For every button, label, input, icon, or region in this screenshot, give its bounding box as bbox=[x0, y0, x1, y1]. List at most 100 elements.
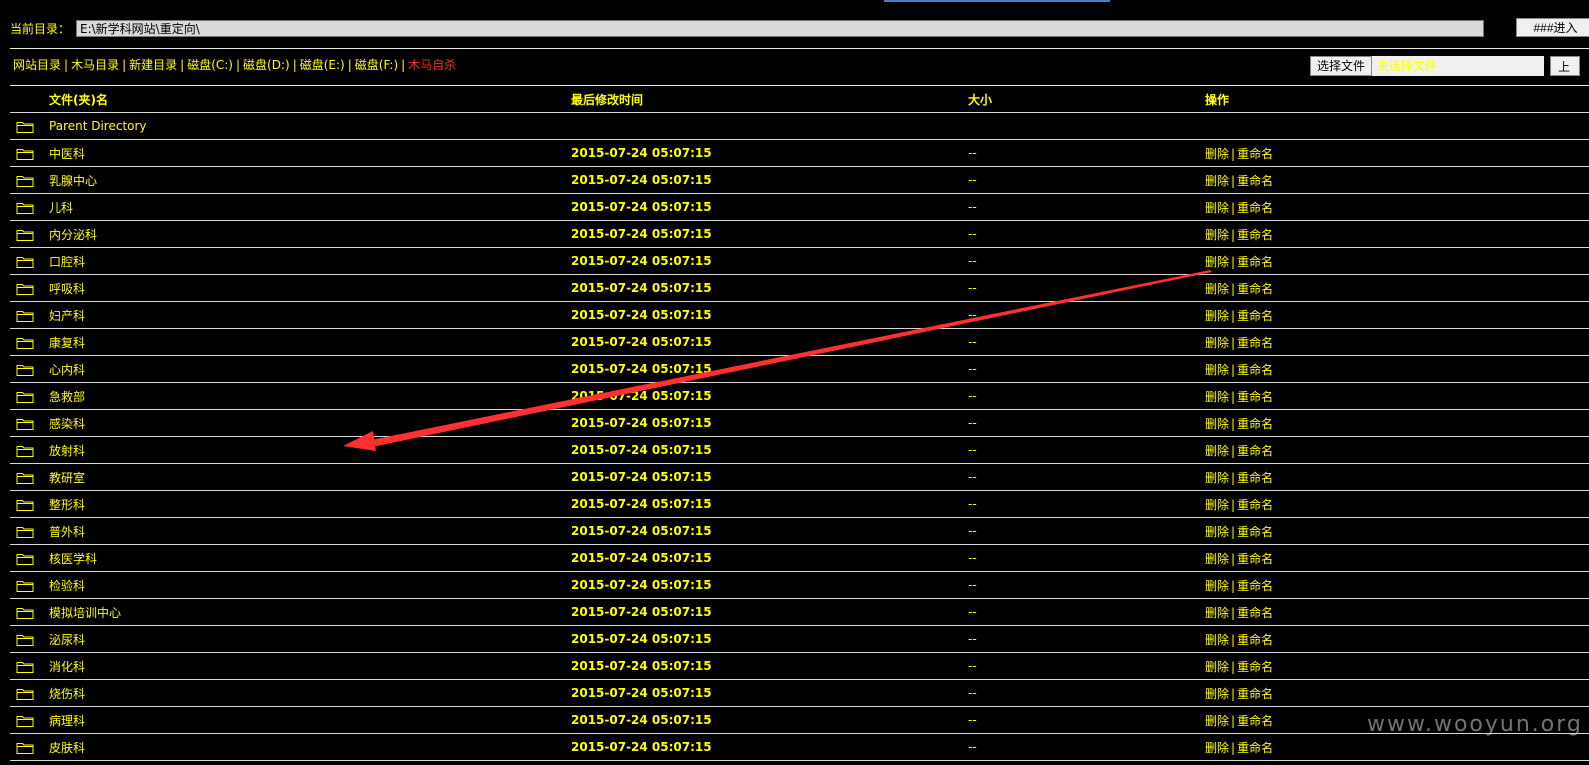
delete-link[interactable]: 删除 bbox=[1205, 147, 1229, 161]
nav-link-self-destruct[interactable]: 木马自杀 bbox=[408, 58, 456, 72]
rename-link[interactable]: 重命名 bbox=[1237, 687, 1273, 701]
ops-cell: 删除 | 重命名 bbox=[1205, 679, 1589, 707]
folder-name-link[interactable]: 中医科 bbox=[49, 139, 571, 167]
modified-time: 2015-07-24 05:07:15 bbox=[571, 166, 968, 194]
folder-name-link[interactable]: 烧伤科 bbox=[49, 679, 571, 707]
delete-link[interactable]: 删除 bbox=[1205, 228, 1229, 242]
parent-directory-link[interactable]: Parent Directory bbox=[49, 112, 571, 140]
rename-link[interactable]: 重命名 bbox=[1237, 498, 1273, 512]
folder-name-link[interactable]: 皮肤科 bbox=[49, 733, 571, 761]
rename-link[interactable]: 重命名 bbox=[1237, 228, 1273, 242]
delete-link[interactable]: 删除 bbox=[1205, 552, 1229, 566]
delete-link[interactable]: 删除 bbox=[1205, 606, 1229, 620]
rename-link[interactable]: 重命名 bbox=[1237, 633, 1273, 647]
delete-link[interactable]: 删除 bbox=[1205, 741, 1229, 755]
upload-button[interactable]: 上 bbox=[1550, 56, 1581, 76]
nav-link-trojan-dir[interactable]: 木马目录 bbox=[71, 58, 119, 72]
current-dir-input[interactable] bbox=[76, 20, 1485, 37]
nav-link-disk-d[interactable]: 磁盘(D:) bbox=[243, 58, 290, 72]
rename-link[interactable]: 重命名 bbox=[1237, 714, 1273, 728]
folder-name-link[interactable]: 乳腺中心 bbox=[49, 166, 571, 194]
rename-link[interactable]: 重命名 bbox=[1237, 579, 1273, 593]
rename-link[interactable]: 重命名 bbox=[1237, 525, 1273, 539]
ops-cell: 删除 | 重命名 bbox=[1205, 733, 1589, 761]
folder-name-link[interactable]: 消化科 bbox=[49, 652, 571, 680]
folder-name-link[interactable]: 内分泌科 bbox=[49, 220, 571, 248]
modified-time: 2015-07-24 05:07:15 bbox=[571, 625, 968, 653]
nav-link-disk-f[interactable]: 磁盘(F:) bbox=[355, 58, 398, 72]
folder-name-link[interactable]: 妇产科 bbox=[49, 301, 571, 329]
modified-time: 2015-07-24 05:07:15 bbox=[571, 220, 968, 248]
folder-name-link[interactable]: 普外科 bbox=[49, 517, 571, 545]
delete-link[interactable]: 删除 bbox=[1205, 714, 1229, 728]
rename-link[interactable]: 重命名 bbox=[1237, 444, 1273, 458]
delete-link[interactable]: 删除 bbox=[1205, 444, 1229, 458]
nav-link-disk-e[interactable]: 磁盘(E:) bbox=[300, 58, 345, 72]
choose-file-button[interactable]: 选择文件 bbox=[1310, 56, 1373, 76]
folder-name-link[interactable]: 病理科 bbox=[49, 706, 571, 734]
rename-link[interactable]: 重命名 bbox=[1237, 552, 1273, 566]
rename-link[interactable]: 重命名 bbox=[1237, 471, 1273, 485]
delete-link[interactable]: 删除 bbox=[1205, 336, 1229, 350]
delete-link[interactable]: 删除 bbox=[1205, 363, 1229, 377]
enter-dir-button[interactable]: ###进入 bbox=[1516, 18, 1589, 37]
table-row: 急救部 2015-07-24 05:07:15 -- 删除 | 重命名 bbox=[10, 382, 1589, 410]
delete-link[interactable]: 删除 bbox=[1205, 282, 1229, 296]
folder-icon bbox=[16, 580, 34, 592]
delete-link[interactable]: 删除 bbox=[1205, 687, 1229, 701]
folder-name-link[interactable]: 感染科 bbox=[49, 409, 571, 437]
folder-name-link[interactable]: 核医学科 bbox=[49, 544, 571, 572]
table-row: 康复科 2015-07-24 05:07:15 -- 删除 | 重命名 bbox=[10, 328, 1589, 356]
rename-link[interactable]: 重命名 bbox=[1237, 417, 1273, 431]
header-time: 最后修改时间 bbox=[571, 85, 968, 113]
delete-link[interactable]: 删除 bbox=[1205, 417, 1229, 431]
rename-link[interactable]: 重命名 bbox=[1237, 741, 1273, 755]
table-row: 儿科 2015-07-24 05:07:15 -- 删除 | 重命名 bbox=[10, 193, 1589, 221]
rename-link[interactable]: 重命名 bbox=[1237, 606, 1273, 620]
rename-link[interactable]: 重命名 bbox=[1237, 201, 1273, 215]
rename-link[interactable]: 重命名 bbox=[1237, 147, 1273, 161]
table-row: 皮肤科 2015-07-24 05:07:15 -- 删除 | 重命名 bbox=[10, 733, 1589, 761]
folder-name-link[interactable]: 教研室 bbox=[49, 463, 571, 491]
rename-link[interactable]: 重命名 bbox=[1237, 660, 1273, 674]
table-row: 整形科 2015-07-24 05:07:15 -- 删除 | 重命名 bbox=[10, 490, 1589, 518]
folder-name-link[interactable]: 泌尿科 bbox=[49, 625, 571, 653]
folder-name-link[interactable]: 康复科 bbox=[49, 328, 571, 356]
folder-name-link[interactable]: 儿科 bbox=[49, 193, 571, 221]
folder-name-link[interactable]: 口腔科 bbox=[49, 247, 571, 275]
rename-link[interactable]: 重命名 bbox=[1237, 282, 1273, 296]
delete-link[interactable]: 删除 bbox=[1205, 660, 1229, 674]
delete-link[interactable]: 删除 bbox=[1205, 174, 1229, 188]
parent-directory-row[interactable]: Parent Directory bbox=[10, 112, 1589, 140]
delete-link[interactable]: 删除 bbox=[1205, 579, 1229, 593]
ops-cell: 删除 | 重命名 bbox=[1205, 463, 1589, 491]
rename-link[interactable]: 重命名 bbox=[1237, 336, 1273, 350]
table-row: 中医科 2015-07-24 05:07:15 -- 删除 | 重命名 bbox=[10, 139, 1589, 167]
table-row: 消化科 2015-07-24 05:07:15 -- 删除 | 重命名 bbox=[10, 652, 1589, 680]
nav-link-new-dir[interactable]: 新建目录 bbox=[129, 58, 177, 72]
folder-name-link[interactable]: 模拟培训中心 bbox=[49, 598, 571, 626]
folder-name-link[interactable]: 整形科 bbox=[49, 490, 571, 518]
rename-link[interactable]: 重命名 bbox=[1237, 174, 1273, 188]
delete-link[interactable]: 删除 bbox=[1205, 525, 1229, 539]
delete-link[interactable]: 删除 bbox=[1205, 471, 1229, 485]
delete-link[interactable]: 删除 bbox=[1205, 255, 1229, 269]
folder-name-link[interactable]: 放射科 bbox=[49, 436, 571, 464]
delete-link[interactable]: 删除 bbox=[1205, 498, 1229, 512]
folder-name-link[interactable]: 心内科 bbox=[49, 355, 571, 383]
modified-time: 2015-07-24 05:07:15 bbox=[571, 409, 968, 437]
nav-link-disk-c[interactable]: 磁盘(C:) bbox=[187, 58, 233, 72]
nav-link-site-dir[interactable]: 网站目录 bbox=[13, 58, 61, 72]
rename-link[interactable]: 重命名 bbox=[1237, 363, 1273, 377]
size-cell: -- bbox=[968, 544, 1205, 572]
delete-link[interactable]: 删除 bbox=[1205, 309, 1229, 323]
delete-link[interactable]: 删除 bbox=[1205, 633, 1229, 647]
rename-link[interactable]: 重命名 bbox=[1237, 255, 1273, 269]
delete-link[interactable]: 删除 bbox=[1205, 201, 1229, 215]
delete-link[interactable]: 删除 bbox=[1205, 390, 1229, 404]
rename-link[interactable]: 重命名 bbox=[1237, 309, 1273, 323]
folder-name-link[interactable]: 急救部 bbox=[49, 382, 571, 410]
folder-name-link[interactable]: 呼吸科 bbox=[49, 274, 571, 302]
folder-name-link[interactable]: 检验科 bbox=[49, 571, 571, 599]
rename-link[interactable]: 重命名 bbox=[1237, 390, 1273, 404]
